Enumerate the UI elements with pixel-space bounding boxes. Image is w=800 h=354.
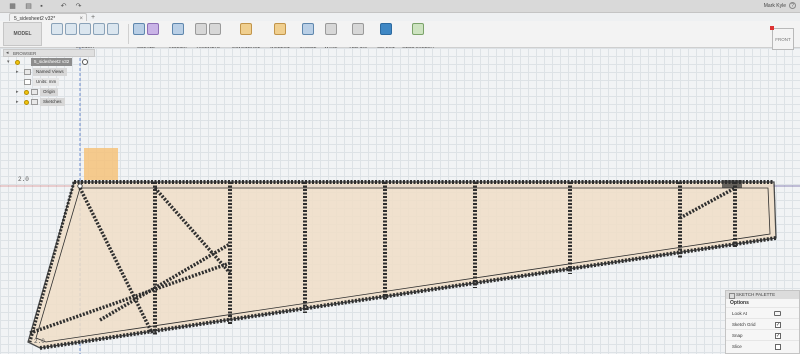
scripts-icon[interactable] [352, 23, 364, 35]
save-icon[interactable]: ▪ [37, 2, 46, 11]
create-sketch-icon[interactable] [51, 23, 63, 35]
new-tab-icon[interactable]: + [91, 14, 95, 21]
expand-arrow-icon[interactable]: ▸ [16, 68, 19, 76]
palette-row-look-at[interactable]: Look At [726, 307, 799, 318]
sketch-canvas[interactable]: 2.0 2.0 [0, 48, 800, 354]
line-icon[interactable] [65, 23, 77, 35]
file-menu-icon[interactable]: ▤ [24, 2, 33, 11]
palette-header[interactable]: SKETCH PALETTE [726, 291, 799, 299]
sketch-palette: SKETCH PALETTE Options Look At Sketch Gr… [725, 290, 800, 354]
expand-arrow-icon[interactable]: ▸ [16, 88, 19, 96]
dimension-bottom[interactable]: 2.0 [34, 338, 45, 345]
joint-icon[interactable] [209, 23, 221, 35]
offset-plane-icon[interactable] [240, 23, 252, 35]
app-grid-icon[interactable]: ▦ [8, 2, 17, 11]
tree-item-units[interactable]: Units: mm [3, 78, 95, 87]
title-bar: ▦ ▤ ▪ ↶ ↷ [0, 0, 800, 13]
dimension-left[interactable]: 2.0 [18, 176, 29, 183]
sidesheet-profile [27, 181, 777, 349]
browser-header[interactable]: ◂ BROWSER [3, 49, 95, 57]
palette-options-section[interactable]: Options [726, 299, 799, 307]
tree-root[interactable]: ▾ 5_sidesheet2 v32 [3, 58, 95, 67]
folder-icon [31, 99, 38, 105]
expand-arrow-icon[interactable]: ▸ [16, 98, 19, 106]
visibility-bulb-icon[interactable] [15, 60, 20, 65]
3d-print-icon[interactable] [325, 23, 337, 35]
browser-panel: ◂ BROWSER ▾ 5_sidesheet2 v32 ▸ Named Vie… [3, 49, 95, 107]
slice-checkbox[interactable] [775, 344, 781, 350]
tree-item-label: Units: mm [33, 78, 60, 86]
visibility-bulb-icon[interactable] [24, 90, 29, 95]
browser-title: BROWSER [13, 51, 37, 56]
tree-item-label: Named Views [33, 68, 67, 76]
view-cube-corner [770, 26, 774, 30]
origin-plane [84, 148, 118, 180]
measure-icon[interactable] [274, 23, 286, 35]
collapse-icon[interactable]: ◂ [6, 50, 9, 57]
palette-row-snap[interactable]: Snap ✓ [726, 329, 799, 340]
rectangle-icon[interactable] [79, 23, 91, 35]
palette-row-slice[interactable]: Slice [726, 340, 799, 351]
stop-sketch-icon[interactable] [412, 23, 424, 35]
view-cube[interactable]: FRONT [770, 26, 794, 50]
undo-icon[interactable]: ↶ [59, 2, 68, 11]
palette-row-label: Slice [732, 344, 742, 349]
root-component-label: 5_sidesheet2 v32 [31, 58, 73, 66]
document-settings-icon [24, 79, 31, 85]
select-icon[interactable] [380, 23, 392, 35]
tree-item-sketches[interactable]: ▸ Sketches [3, 98, 95, 107]
folder-icon [31, 89, 38, 95]
tree-item-origin[interactable]: ▸ Origin [3, 88, 95, 97]
expand-arrow-icon[interactable]: ▾ [7, 58, 10, 66]
snap-checkbox[interactable]: ✓ [775, 333, 781, 339]
palette-row-sketch-grid[interactable]: Sketch Grid ✓ [726, 318, 799, 329]
circle-icon[interactable] [93, 23, 105, 35]
palette-row-label: Snap [732, 333, 743, 338]
look-at-icon[interactable] [774, 311, 781, 316]
insert-image-icon[interactable] [302, 23, 314, 35]
tree-item-named-views[interactable]: ▸ Named Views [3, 68, 95, 77]
box-icon[interactable] [133, 23, 145, 35]
press-pull-icon[interactable] [172, 23, 184, 35]
activate-radio-icon[interactable] [82, 59, 88, 65]
form-icon[interactable] [147, 23, 159, 35]
sketch-geometry [0, 48, 800, 354]
folder-icon [24, 69, 31, 75]
redo-icon[interactable]: ↷ [74, 2, 83, 11]
tree-item-label: Sketches [40, 98, 65, 106]
view-cube-label: FRONT [775, 37, 791, 42]
help-icon[interactable]: ? [789, 2, 796, 9]
arc-icon[interactable] [107, 23, 119, 35]
palette-row-label: Sketch Grid [732, 322, 756, 327]
rivet-cluster [722, 180, 742, 188]
visibility-bulb-icon[interactable] [24, 100, 29, 105]
sketch-grid-checkbox[interactable]: ✓ [775, 322, 781, 328]
palette-row-label: Look At [732, 311, 748, 316]
workspace-switcher[interactable]: MODEL [3, 22, 42, 46]
toolbar-ribbon: MODEL SKETCH CREATE MODIFY ASSEMBLE CONS… [0, 21, 800, 51]
tree-item-label: Origin [40, 88, 59, 96]
origin-point [77, 183, 83, 189]
user-name[interactable]: Mark Kyle [764, 3, 786, 9]
new-component-icon[interactable] [195, 23, 207, 35]
